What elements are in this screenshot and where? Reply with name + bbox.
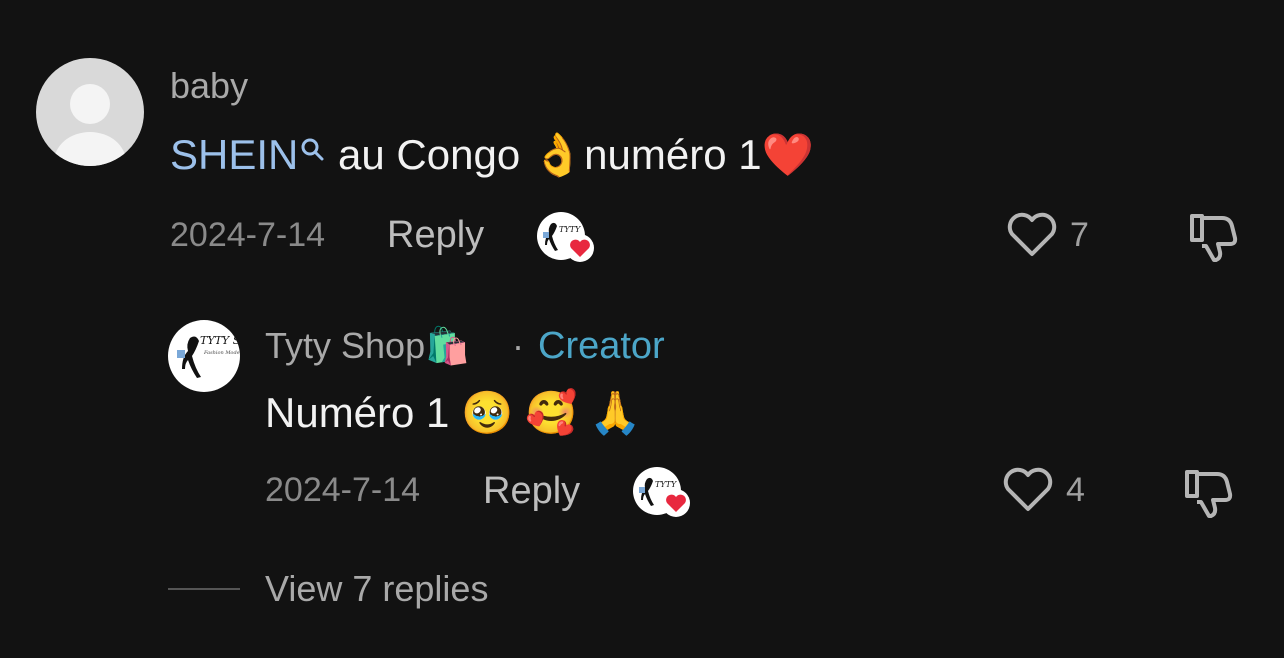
reply-date: 2024-7-14: [265, 471, 421, 509]
shopping-bags-emoji: 🛍️: [425, 325, 470, 366]
reply-dislike-icon[interactable]: [1181, 466, 1233, 523]
avatar-head-shape: [70, 84, 110, 124]
avatar-default[interactable]: [36, 58, 144, 166]
heart-emoji: ❤️: [761, 131, 814, 178]
comment-username[interactable]: baby: [170, 68, 248, 104]
comment-text-mid: au Congo: [326, 131, 532, 178]
reply-username-label[interactable]: Tyty Shop: [265, 325, 425, 366]
avatar-body-shape: [54, 132, 126, 166]
heart-badge-icon: [565, 233, 595, 268]
reply-like-count: 4: [1066, 471, 1085, 509]
shop-logo-icon: TYTY SHOP Fashion Mode: [177, 334, 240, 378]
heart-badge-icon: [661, 488, 691, 523]
view-replies-button[interactable]: View 7 replies: [265, 571, 488, 607]
reply-button[interactable]: Reply: [387, 216, 484, 254]
search-icon[interactable]: [300, 128, 326, 170]
reply-like-heart-icon[interactable]: [1002, 467, 1054, 518]
svg-text:TYTY SHOP: TYTY SHOP: [200, 334, 240, 347]
shein-link-label[interactable]: SHEIN: [170, 131, 298, 178]
creator-liked-badge: TYTY: [537, 212, 594, 262]
comment-date: 2024-7-14: [170, 216, 326, 254]
comment-text: SHEIN au Congo 👌numéro 1❤️: [170, 134, 814, 176]
shop-avatar[interactable]: TYTY SHOP Fashion Mode: [168, 320, 240, 392]
dislike-icon[interactable]: [1186, 210, 1238, 267]
reply-text-label: Numéro 1: [265, 389, 462, 436]
creator-badge: Creator: [538, 325, 665, 367]
reply-reply-button[interactable]: Reply: [483, 472, 580, 510]
svg-text:Fashion Mode: Fashion Mode: [203, 350, 240, 356]
like-heart-icon[interactable]: [1006, 212, 1058, 263]
shein-search-link[interactable]: SHEIN: [170, 131, 326, 178]
reply-text: Numéro 1 🥹 🥰 🙏: [265, 392, 641, 434]
like-count: 7: [1070, 216, 1089, 254]
ok-emoji: 👌: [531, 131, 585, 178]
reply-username[interactable]: Tyty Shop🛍️: [265, 328, 470, 364]
creator-liked-badge-2: TYTY: [633, 467, 690, 517]
creator-separator: ·: [512, 325, 524, 366]
reply-emojis: 🥹 🥰 🙏: [461, 389, 642, 436]
comment-text-end: numéro 1: [584, 131, 762, 178]
replies-divider: [168, 588, 240, 590]
